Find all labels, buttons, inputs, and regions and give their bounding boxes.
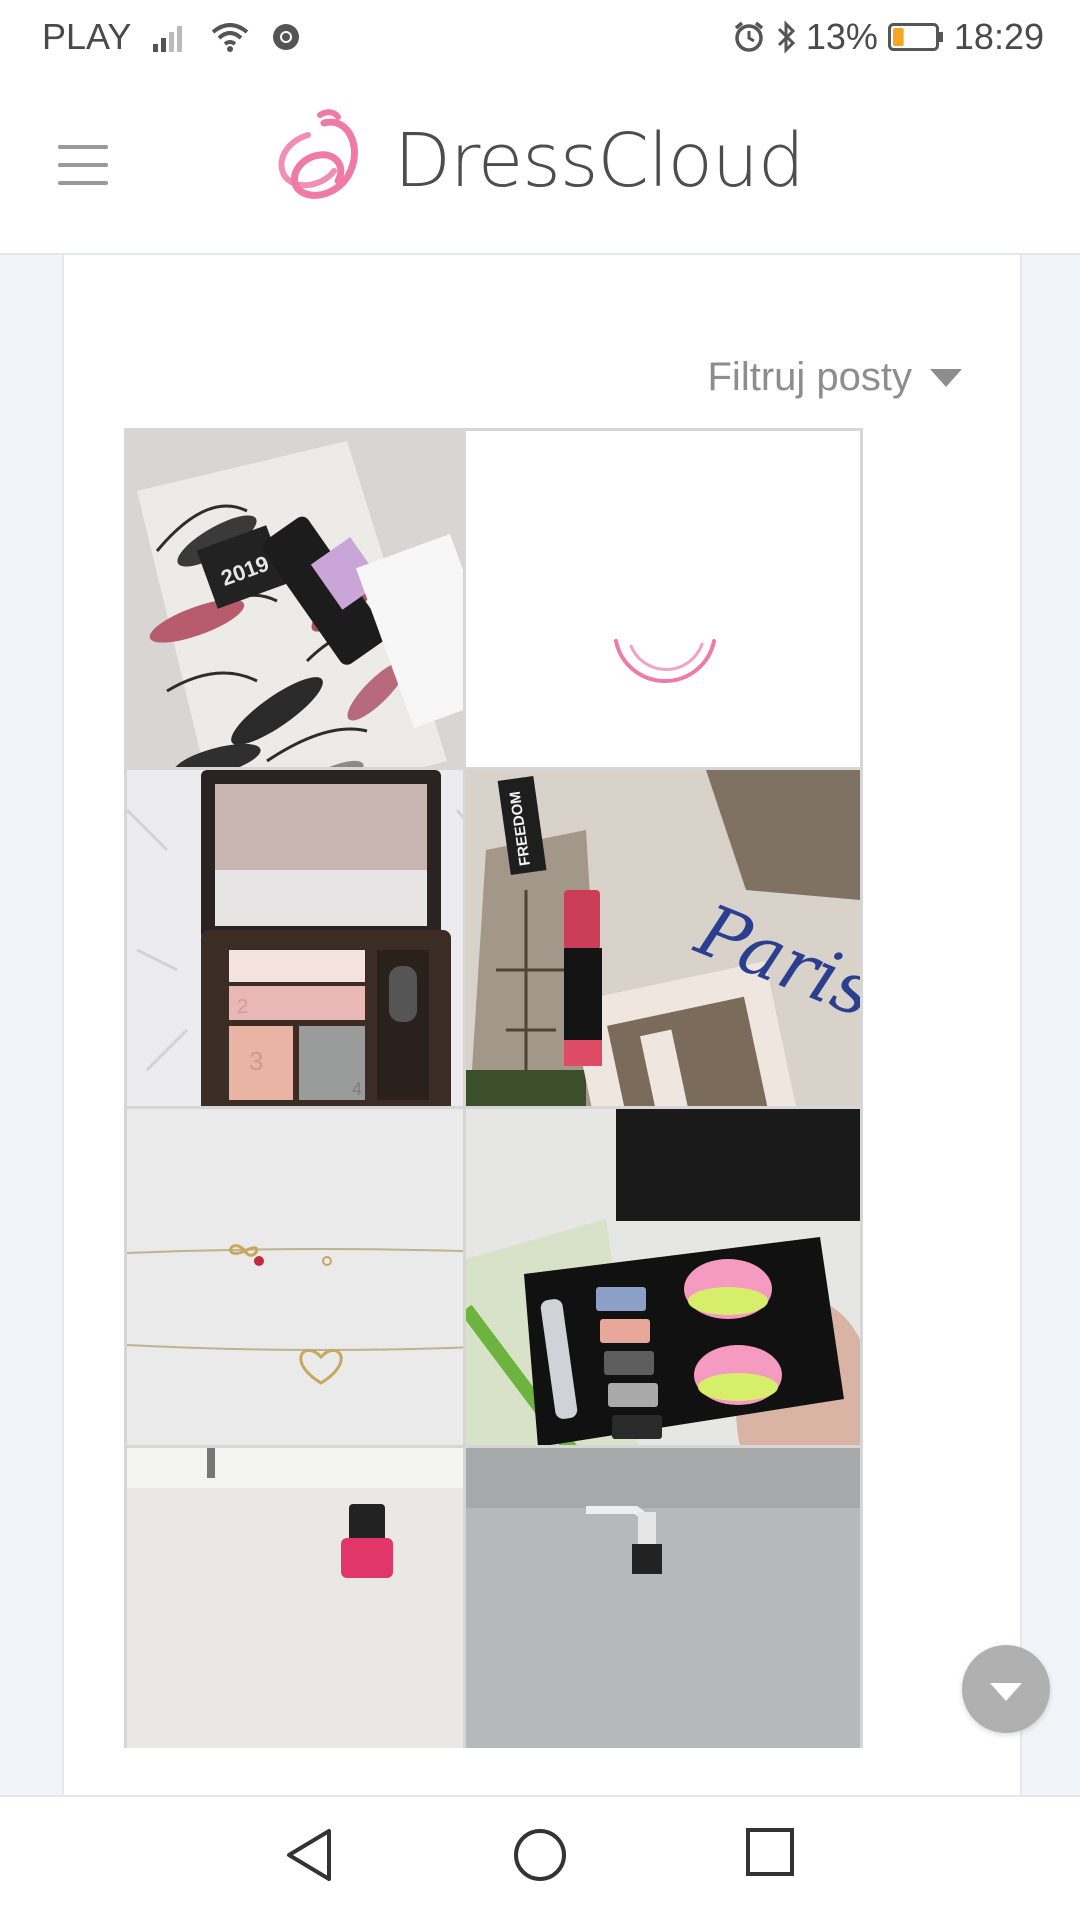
- scroll-down-button[interactable]: [962, 1645, 1050, 1733]
- palette-number-4: 4: [352, 1079, 362, 1099]
- battery-icon: [887, 23, 944, 51]
- filter-label: Filtruj posty: [707, 355, 913, 399]
- caret-down-icon: [930, 368, 962, 387]
- scroll-down-icon: [990, 1683, 1022, 1701]
- system-navigation-bar: [0, 1795, 1080, 1922]
- alarm-icon: [732, 20, 766, 54]
- chrome-icon: [271, 22, 301, 52]
- app-header: DressCloud: [0, 75, 1080, 255]
- signal-icon: [153, 22, 189, 52]
- palette-number-3: 3: [249, 1046, 263, 1076]
- post-tile-pump-bottle[interactable]: [463, 1445, 863, 1748]
- logo-text: DressCloud: [394, 118, 805, 204]
- hamburger-icon[interactable]: [58, 145, 108, 189]
- home-circle-icon[interactable]: [512, 1827, 568, 1888]
- bluetooth-icon: [776, 20, 796, 54]
- filter-posts-dropdown[interactable]: Filtruj posty: [707, 355, 962, 400]
- logo-mark-icon: [278, 109, 358, 199]
- loading-spinner-icon: [614, 639, 716, 684]
- wifi-icon: [211, 22, 249, 52]
- status-bar: PLAY 13% 18:29: [0, 0, 1080, 75]
- clock: 18:29: [953, 16, 1044, 57]
- back-triangle-icon[interactable]: [285, 1827, 335, 1888]
- dresscloud-logo[interactable]: DressCloud: [268, 105, 805, 217]
- recents-square-icon[interactable]: [745, 1827, 795, 1882]
- battery-percent: 13%: [805, 16, 878, 57]
- posts-card: Filtruj posty 2019 2 3 4 FREEDOM Paris: [62, 255, 1022, 1795]
- palette-number-2: 2: [237, 996, 248, 1018]
- carrier-label: PLAY: [42, 16, 132, 57]
